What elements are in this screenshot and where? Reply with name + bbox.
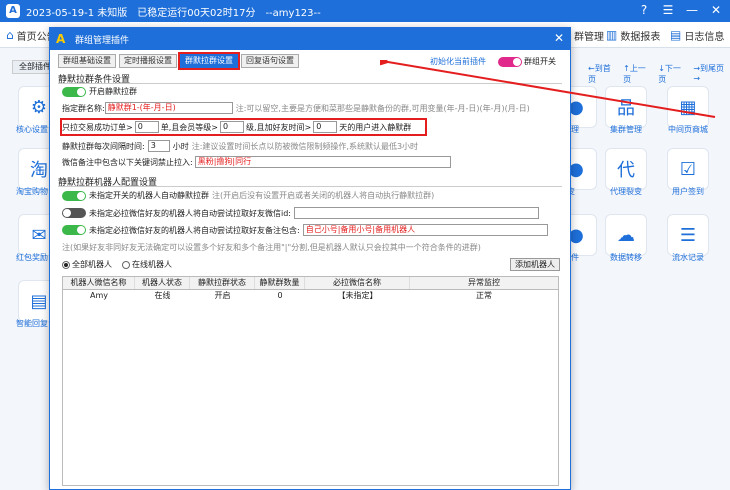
taobao-icon: 淘: [30, 160, 48, 181]
chat-icon: ▤: [30, 290, 48, 312]
group-manage-dialog: A 群组管理插件 ✕ 群组基础设置 定时播报设置 群默拉群设置 回复语句设置 初…: [49, 27, 571, 490]
opt-friend-id-row: 未指定必拉微信好友的机器人将自动尝试拉取好友微信id:: [62, 207, 539, 219]
tile-cluster[interactable]: 品: [605, 86, 647, 128]
tab-broadcast[interactable]: 定时播报设置: [119, 54, 177, 68]
tile-flow-record[interactable]: ☰: [667, 214, 709, 256]
interval-input[interactable]: 3: [147, 140, 170, 152]
help-icon[interactable]: ?: [636, 3, 652, 17]
menu-icon[interactable]: ☰: [660, 3, 676, 17]
nav-last[interactable]: →到尾页→: [693, 63, 730, 85]
toolbar-group-manage[interactable]: 群管理: [574, 26, 604, 44]
toolbar-data-report[interactable]: ▥ 数据报表: [606, 26, 660, 44]
min-orders-input[interactable]: 0: [134, 121, 159, 133]
home-icon: ⌂: [6, 28, 14, 42]
app-title: 2023-05-19-1 未知版 已稳定运行00天02时17分 --amy123…: [26, 7, 321, 19]
pull-condition-row: 只拉交易成功订单> 0 单,且会员等级> 0 级,且加好友时间> 0 天的用户进…: [62, 121, 412, 133]
remark-keyword-input[interactable]: 黑粉|撸狗|同行: [194, 156, 451, 168]
store-icon: ▦: [679, 96, 697, 118]
remark-keyword-row: 微信备注中包含以下关键词禁止拉入: 黑粉|撸狗|同行: [62, 156, 451, 168]
friend-remark-input[interactable]: 自己小号|备用小号|备用机器人: [302, 224, 548, 236]
org-chart-icon: 品: [617, 98, 635, 119]
dialog-title-bar: A 群组管理插件 ✕: [50, 28, 570, 50]
log-icon: ▤: [670, 28, 682, 42]
nav-next[interactable]: ↓下一页: [658, 63, 688, 85]
group-switch-toggle[interactable]: [498, 56, 522, 67]
nav-first[interactable]: ←到首页: [588, 63, 618, 85]
add-robot-button[interactable]: 添加机器人: [510, 258, 560, 271]
friend-id-input[interactable]: [294, 207, 539, 219]
dialog-tabs: 群组基础设置 定时播报设置 群默拉群设置 回复语句设置: [58, 52, 299, 70]
tile-agent[interactable]: 代: [605, 148, 647, 190]
section-robot-config: 静默拉群机器人配置设置: [58, 175, 562, 188]
minimize-icon[interactable]: —: [684, 3, 700, 17]
dialog-logo-icon: A: [56, 32, 66, 46]
agent-icon: 代: [617, 160, 635, 181]
table-row[interactable]: Amy 在线 开启 0 【未指定】 正常: [63, 290, 558, 303]
radio-online-robots[interactable]: [122, 260, 130, 269]
tab-basic[interactable]: 群组基础设置: [58, 54, 116, 68]
init-plugin-link[interactable]: 初始化当前插件: [430, 56, 486, 67]
nav-prev[interactable]: ↑上一页: [623, 63, 653, 85]
friend-remark-toggle[interactable]: [62, 225, 86, 235]
calendar-check-icon: ☑: [679, 158, 697, 180]
enable-silent-toggle[interactable]: [62, 86, 86, 97]
enable-silent-row[interactable]: 开启静默拉群: [62, 86, 137, 97]
tile-checkin[interactable]: ☑: [667, 148, 709, 190]
robot-table: 机器人微信名称 机器人状态 静默拉群状态 静默群数量 必拉微信名称 异常监控 A…: [62, 276, 559, 486]
page-nav: ←到首页 ↑上一页 ↓下一页 →到尾页→: [588, 63, 730, 85]
list-icon: ☰: [679, 224, 697, 246]
group-name-row: 指定群名称: 静默群1-(年-月-日) 注:可以留空,主要是方便和菜那些是静默备…: [62, 102, 530, 114]
wallet-icon: ✉: [31, 224, 47, 246]
min-level-input[interactable]: 0: [219, 121, 244, 133]
robot-note: 注(如果好友非同好友无法确定可以设置多个好友和多个备注用"|"分割,但是机器人默…: [62, 243, 481, 252]
app-logo-icon: A: [6, 4, 20, 18]
tab-reply[interactable]: 回复语句设置: [241, 54, 299, 68]
dialog-close-icon[interactable]: ✕: [554, 31, 564, 45]
tile-store[interactable]: ▦: [667, 86, 709, 128]
main-title-bar: A 2023-05-19-1 未知版 已稳定运行00天02时17分 --amy1…: [0, 0, 730, 22]
tab-silent-pull[interactable]: 群默拉群设置: [178, 52, 240, 70]
opt-friend-remark-row: 未指定必拉微信好友的机器人将自动尝试拉取好友备注包含: 自己小号|备用小号|备用…: [62, 224, 548, 236]
group-name-input[interactable]: 静默群1-(年-月-日): [104, 102, 233, 114]
robot-table-header: 机器人微信名称 机器人状态 静默拉群状态 静默群数量 必拉微信名称 异常监控: [63, 277, 558, 290]
opt-auto-pull-row[interactable]: 未指定开关的机器人自动静默拉群 注(开启后没有设置开启或者关闭的机器人将自动执行…: [62, 190, 434, 201]
friend-id-toggle[interactable]: [62, 208, 86, 218]
radio-all-robots[interactable]: [62, 260, 70, 269]
min-days-input[interactable]: 0: [313, 121, 338, 133]
close-icon[interactable]: ✕: [708, 3, 724, 17]
auto-pull-toggle[interactable]: [62, 190, 86, 201]
robot-filter-row: 全部机器人 在线机器人: [62, 259, 172, 270]
tile-data-transfer[interactable]: ☁: [605, 214, 647, 256]
toolbar-log-info[interactable]: ▤ 日志信息: [670, 26, 724, 44]
group-switch[interactable]: 群组开关: [498, 56, 556, 67]
section-conditions: 静默拉群条件设置: [58, 72, 562, 85]
gear-icon: ⚙: [30, 96, 48, 118]
interval-row: 静默拉群每次间隔时间: 3 小时 注:建议设置时间长点以防被微信限制频操作,系统…: [62, 140, 419, 152]
chart-icon: ▥: [606, 28, 618, 42]
cloud-transfer-icon: ☁: [617, 224, 635, 246]
